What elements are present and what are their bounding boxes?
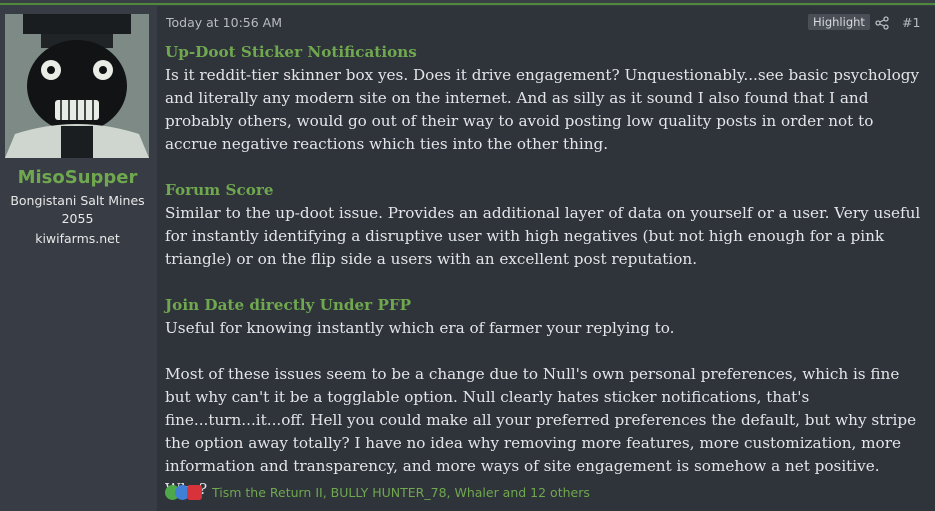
post-timestamp[interactable]: Today at 10:56 AM bbox=[166, 15, 282, 30]
post-main: Today at 10:56 AM Highlight #1 Up-Doot S… bbox=[157, 6, 935, 511]
highlight-button[interactable]: Highlight bbox=[808, 14, 870, 30]
share-icon[interactable] bbox=[875, 15, 889, 30]
username[interactable]: MisoSupper bbox=[0, 167, 155, 188]
user-pane: MisoSupper Bongistani Salt Mines 2055 ki… bbox=[0, 6, 157, 511]
user-title: Bongistani Salt Mines bbox=[10, 193, 145, 208]
section-text: Is it reddit-tier skinner box yes. Does … bbox=[165, 66, 920, 153]
closing-text: Most of these issues seem to be a change… bbox=[165, 365, 917, 498]
section-text: Useful for knowing instantly which era o… bbox=[165, 319, 675, 337]
section-heading: Join Date directly Under PFP bbox=[165, 296, 412, 314]
section-text: Similar to the up-doot issue. Provides a… bbox=[165, 204, 921, 268]
post-body: Up-Doot Sticker Notifications Is it redd… bbox=[165, 41, 925, 501]
reactors-list[interactable]: Tism the Return II, BULLY HUNTER_78, Wha… bbox=[212, 485, 590, 500]
user-avatar[interactable] bbox=[5, 14, 149, 158]
avatar-image bbox=[5, 14, 149, 158]
user-location: 2055 bbox=[61, 211, 94, 226]
section-heading: Up-Doot Sticker Notifications bbox=[165, 43, 417, 61]
user-site: kiwifarms.net bbox=[35, 231, 120, 246]
section-heading: Forum Score bbox=[165, 181, 274, 199]
post-number[interactable]: #1 bbox=[902, 15, 920, 30]
heart-reaction-icon bbox=[187, 485, 202, 500]
